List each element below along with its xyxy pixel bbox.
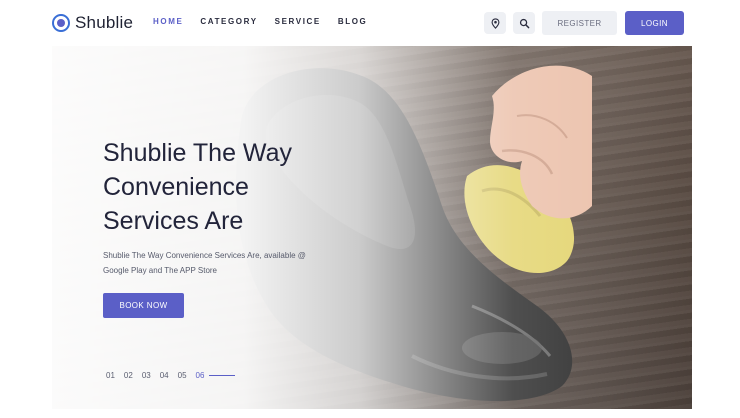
nav-item-home[interactable]: HOME [153,17,183,26]
search-button[interactable] [513,12,535,34]
logo-icon [52,14,70,32]
map-pin-icon [491,17,499,29]
slide-dot-5[interactable]: 05 [178,371,187,380]
search-icon [519,18,529,28]
hero-subtitle: Shublie The Way Convenience Services Are… [103,251,306,275]
slide-pager: 01 02 03 04 05 06 [106,371,236,380]
main-nav: HOME CATEGORY SERVICE BLOG [153,17,367,26]
nav-item-category[interactable]: CATEGORY [200,17,257,26]
book-now-button[interactable]: BOOK NOW [103,293,184,318]
brand-name: Shublie [75,13,134,32]
slide-dot-3[interactable]: 03 [142,371,151,380]
location-button[interactable] [484,12,506,34]
brand-logo[interactable]: Shublie [52,12,133,34]
site-header: Shublie HOME CATEGORY SERVICE BLOG REGIS… [0,0,740,46]
hero-banner: Shublie The Way Convenience Services Are… [52,46,692,409]
login-button[interactable]: LOGIN [625,11,684,35]
slide-dot-4[interactable]: 04 [160,371,169,380]
nav-item-service[interactable]: SERVICE [275,17,321,26]
slide-dot-2[interactable]: 02 [124,371,133,380]
active-slide-indicator [209,375,236,376]
register-button[interactable]: REGISTER [542,11,617,35]
slide-dot-1[interactable]: 01 [106,371,115,380]
hero-title: Shublie The Way Convenience Services Are [103,139,292,235]
nav-item-blog[interactable]: BLOG [338,17,368,26]
slide-dot-6[interactable]: 06 [196,371,205,380]
